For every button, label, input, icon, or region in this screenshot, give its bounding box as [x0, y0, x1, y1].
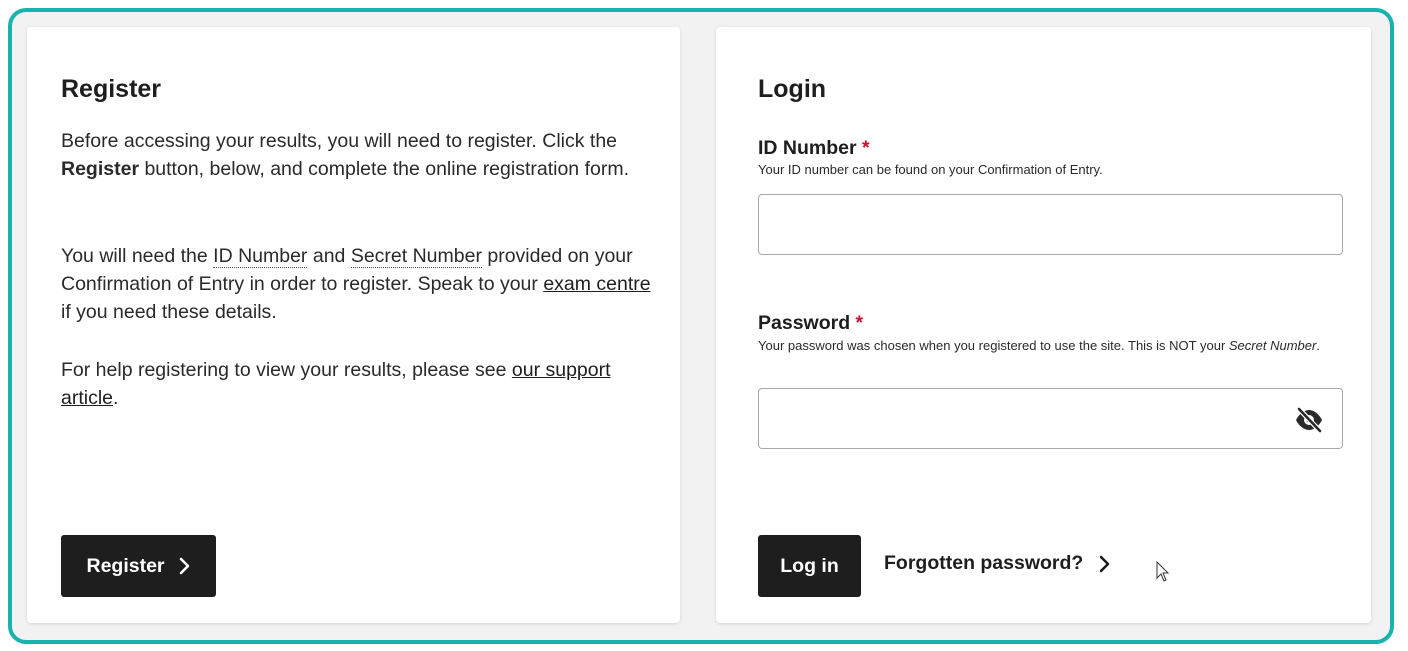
- required-marker: *: [862, 137, 870, 159]
- password-input[interactable]: [758, 388, 1343, 449]
- login-button[interactable]: Log in: [758, 535, 861, 597]
- required-marker: *: [855, 312, 864, 334]
- password-label: Password *: [758, 312, 863, 335]
- login-card: Login ID Number * Your ID number can be …: [716, 27, 1371, 623]
- register-heading: Register: [61, 75, 162, 103]
- register-intro-bold: Register: [61, 158, 140, 180]
- chevron-right-icon: [1100, 555, 1110, 572]
- requirements-part: and: [307, 245, 351, 267]
- requirements-part: if you need these details.: [61, 301, 277, 323]
- id-number-hint: Your ID number can be found on your Conf…: [758, 162, 1103, 177]
- register-button-label: Register: [86, 554, 165, 577]
- id-number-label-text: ID Number: [758, 137, 857, 159]
- password-hint-part: Your password was chosen when you regist…: [758, 338, 1229, 353]
- password-hint-part: .: [1316, 338, 1320, 353]
- register-intro-part: button, below, and complete the online r…: [139, 158, 629, 180]
- help-part: For help registering to view your result…: [61, 359, 512, 381]
- register-help-text: For help registering to view your result…: [61, 356, 621, 412]
- login-heading: Login: [758, 75, 827, 103]
- exam-centre-link[interactable]: exam centre: [543, 273, 650, 295]
- register-intro-text: Before accessing your results, you will …: [61, 127, 641, 183]
- forgotten-password-label: Forgotten password?: [884, 552, 1084, 574]
- register-button[interactable]: Register: [61, 535, 216, 597]
- password-label-text: Password: [758, 312, 851, 334]
- id-number-term: ID Number: [213, 245, 308, 268]
- requirements-part: You will need the: [61, 245, 214, 267]
- login-button-label: Log in: [780, 554, 839, 577]
- forgotten-password-link[interactable]: Forgotten password?: [884, 552, 1111, 575]
- help-part: .: [113, 387, 119, 409]
- password-hint: Your password was chosen when you regist…: [758, 337, 1338, 355]
- password-hint-emphasis: Secret Number: [1228, 338, 1317, 353]
- secret-number-term: Secret Number: [350, 245, 482, 268]
- eye-slash-icon[interactable]: [1294, 407, 1324, 433]
- id-number-label: ID Number *: [758, 137, 870, 160]
- register-intro-part: Before accessing your results, you will …: [61, 130, 618, 152]
- register-card: Register Before accessing your results, …: [27, 27, 680, 623]
- mouse-pointer-icon: [1156, 561, 1170, 582]
- id-number-input[interactable]: [758, 194, 1343, 255]
- register-requirements-text: You will need the ID Number and Secret N…: [61, 242, 651, 326]
- chevron-right-icon: [179, 557, 189, 575]
